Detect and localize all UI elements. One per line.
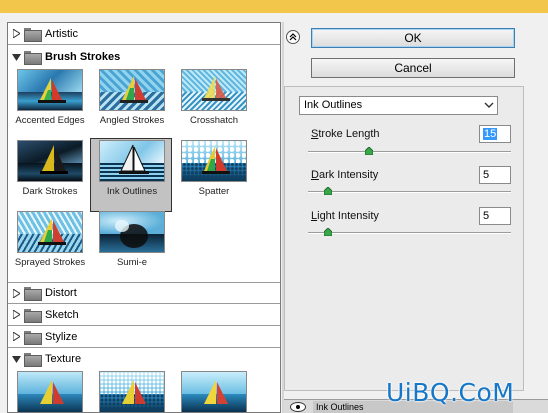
category-brush-strokes[interactable]: Brush Strokes (8, 46, 280, 68)
window-top-bar (0, 0, 548, 13)
category-artistic[interactable]: Artistic (8, 23, 280, 45)
double-chevron-up-icon[interactable] (286, 30, 300, 44)
label-rest: troke Length (318, 128, 380, 140)
triangle-right-icon (8, 288, 24, 298)
folder-icon (24, 51, 42, 65)
folder-icon (24, 330, 42, 345)
triangle-down-icon (8, 355, 24, 363)
light-intensity-slider-thumb[interactable] (324, 228, 333, 236)
triangle-right-icon (8, 310, 24, 319)
dark-intensity-input[interactable]: 5 (479, 166, 511, 184)
filter-thumbnail-texture-3[interactable] (181, 371, 247, 412)
folder-icon (24, 287, 42, 301)
category-stylize[interactable]: Stylize (8, 326, 280, 348)
watermark: UiBQ.CoM (386, 378, 515, 407)
eye-icon[interactable] (290, 402, 306, 412)
stroke-length-value: 15 (483, 128, 498, 140)
stroke-length-label: Stroke Length (311, 128, 380, 140)
category-distort[interactable]: Distort (8, 282, 280, 304)
filter-label: Ink Outlines (106, 186, 158, 197)
category-label: Stylize (45, 330, 78, 343)
filter-label: Accented Edges (15, 115, 85, 126)
filter-label: Spatter (198, 186, 230, 197)
light-intensity-slider-track[interactable] (308, 232, 511, 234)
triangle-right-icon (8, 332, 24, 341)
accel-key: D (311, 169, 319, 181)
filter-select[interactable]: Ink Outlines (299, 96, 498, 115)
category-label: Artistic (45, 27, 78, 40)
filter-label: Sumi-e (116, 257, 148, 268)
label-rest: ark Intensity (318, 169, 379, 181)
filter-thumbnail-dark-strokes[interactable] (17, 140, 83, 182)
stroke-length-slider-track[interactable] (308, 151, 511, 153)
folder-icon (24, 308, 42, 323)
triangle-down-icon (8, 53, 24, 61)
category-label: Distort (45, 287, 77, 299)
dark-intensity-slider-thumb[interactable] (324, 187, 333, 195)
cancel-button[interactable]: Cancel (311, 58, 515, 78)
dark-intensity-label: Dark Intensity (311, 169, 378, 181)
filter-label: Crosshatch (189, 115, 239, 126)
filter-label: Dark Strokes (22, 186, 78, 197)
chevron-down-icon (484, 97, 494, 120)
dark-intensity-slider-track[interactable] (308, 191, 511, 193)
filter-thumbnail-texture-1[interactable] (17, 371, 83, 412)
category-sketch[interactable]: Sketch (8, 304, 280, 326)
dark-intensity-value: 5 (483, 169, 490, 181)
category-label: Sketch (45, 308, 79, 321)
triangle-right-icon (8, 29, 24, 38)
category-label: Texture (45, 353, 82, 365)
stroke-length-input[interactable]: 15 (479, 125, 511, 143)
filter-thumbnail-sumi-e[interactable] (99, 211, 165, 253)
light-intensity-input[interactable]: 5 (479, 207, 511, 225)
folder-icon (24, 27, 42, 42)
filter-thumbnail-crosshatch[interactable] (181, 69, 247, 111)
light-intensity-value: 5 (483, 210, 490, 222)
filter-select-value: Ink Outlines (304, 99, 363, 111)
stroke-length-slider-thumb[interactable] (364, 147, 373, 155)
filter-thumbnail-texture-2[interactable] (99, 371, 165, 412)
filter-thumbnail-accented-edges[interactable] (17, 69, 83, 111)
label-rest: ight Intensity (317, 210, 379, 222)
filter-thumbnail-sprayed-strokes[interactable] (17, 211, 83, 253)
category-texture[interactable]: Texture (8, 348, 280, 370)
filter-gallery: Artistic Brush Strokes Accented Edges An… (7, 22, 281, 413)
filter-label: Angled Strokes (99, 115, 165, 126)
filter-thumbnail-angled-strokes[interactable] (99, 69, 165, 111)
filter-thumbnail-ink-outlines[interactable] (99, 140, 165, 182)
category-label: Brush Strokes (45, 51, 121, 63)
light-intensity-label: Light Intensity (311, 210, 379, 222)
filter-label: Sprayed Strokes (14, 257, 86, 268)
folder-icon (24, 353, 42, 367)
ok-button[interactable]: OK (311, 28, 515, 48)
filter-thumbnail-spatter[interactable] (181, 140, 247, 182)
